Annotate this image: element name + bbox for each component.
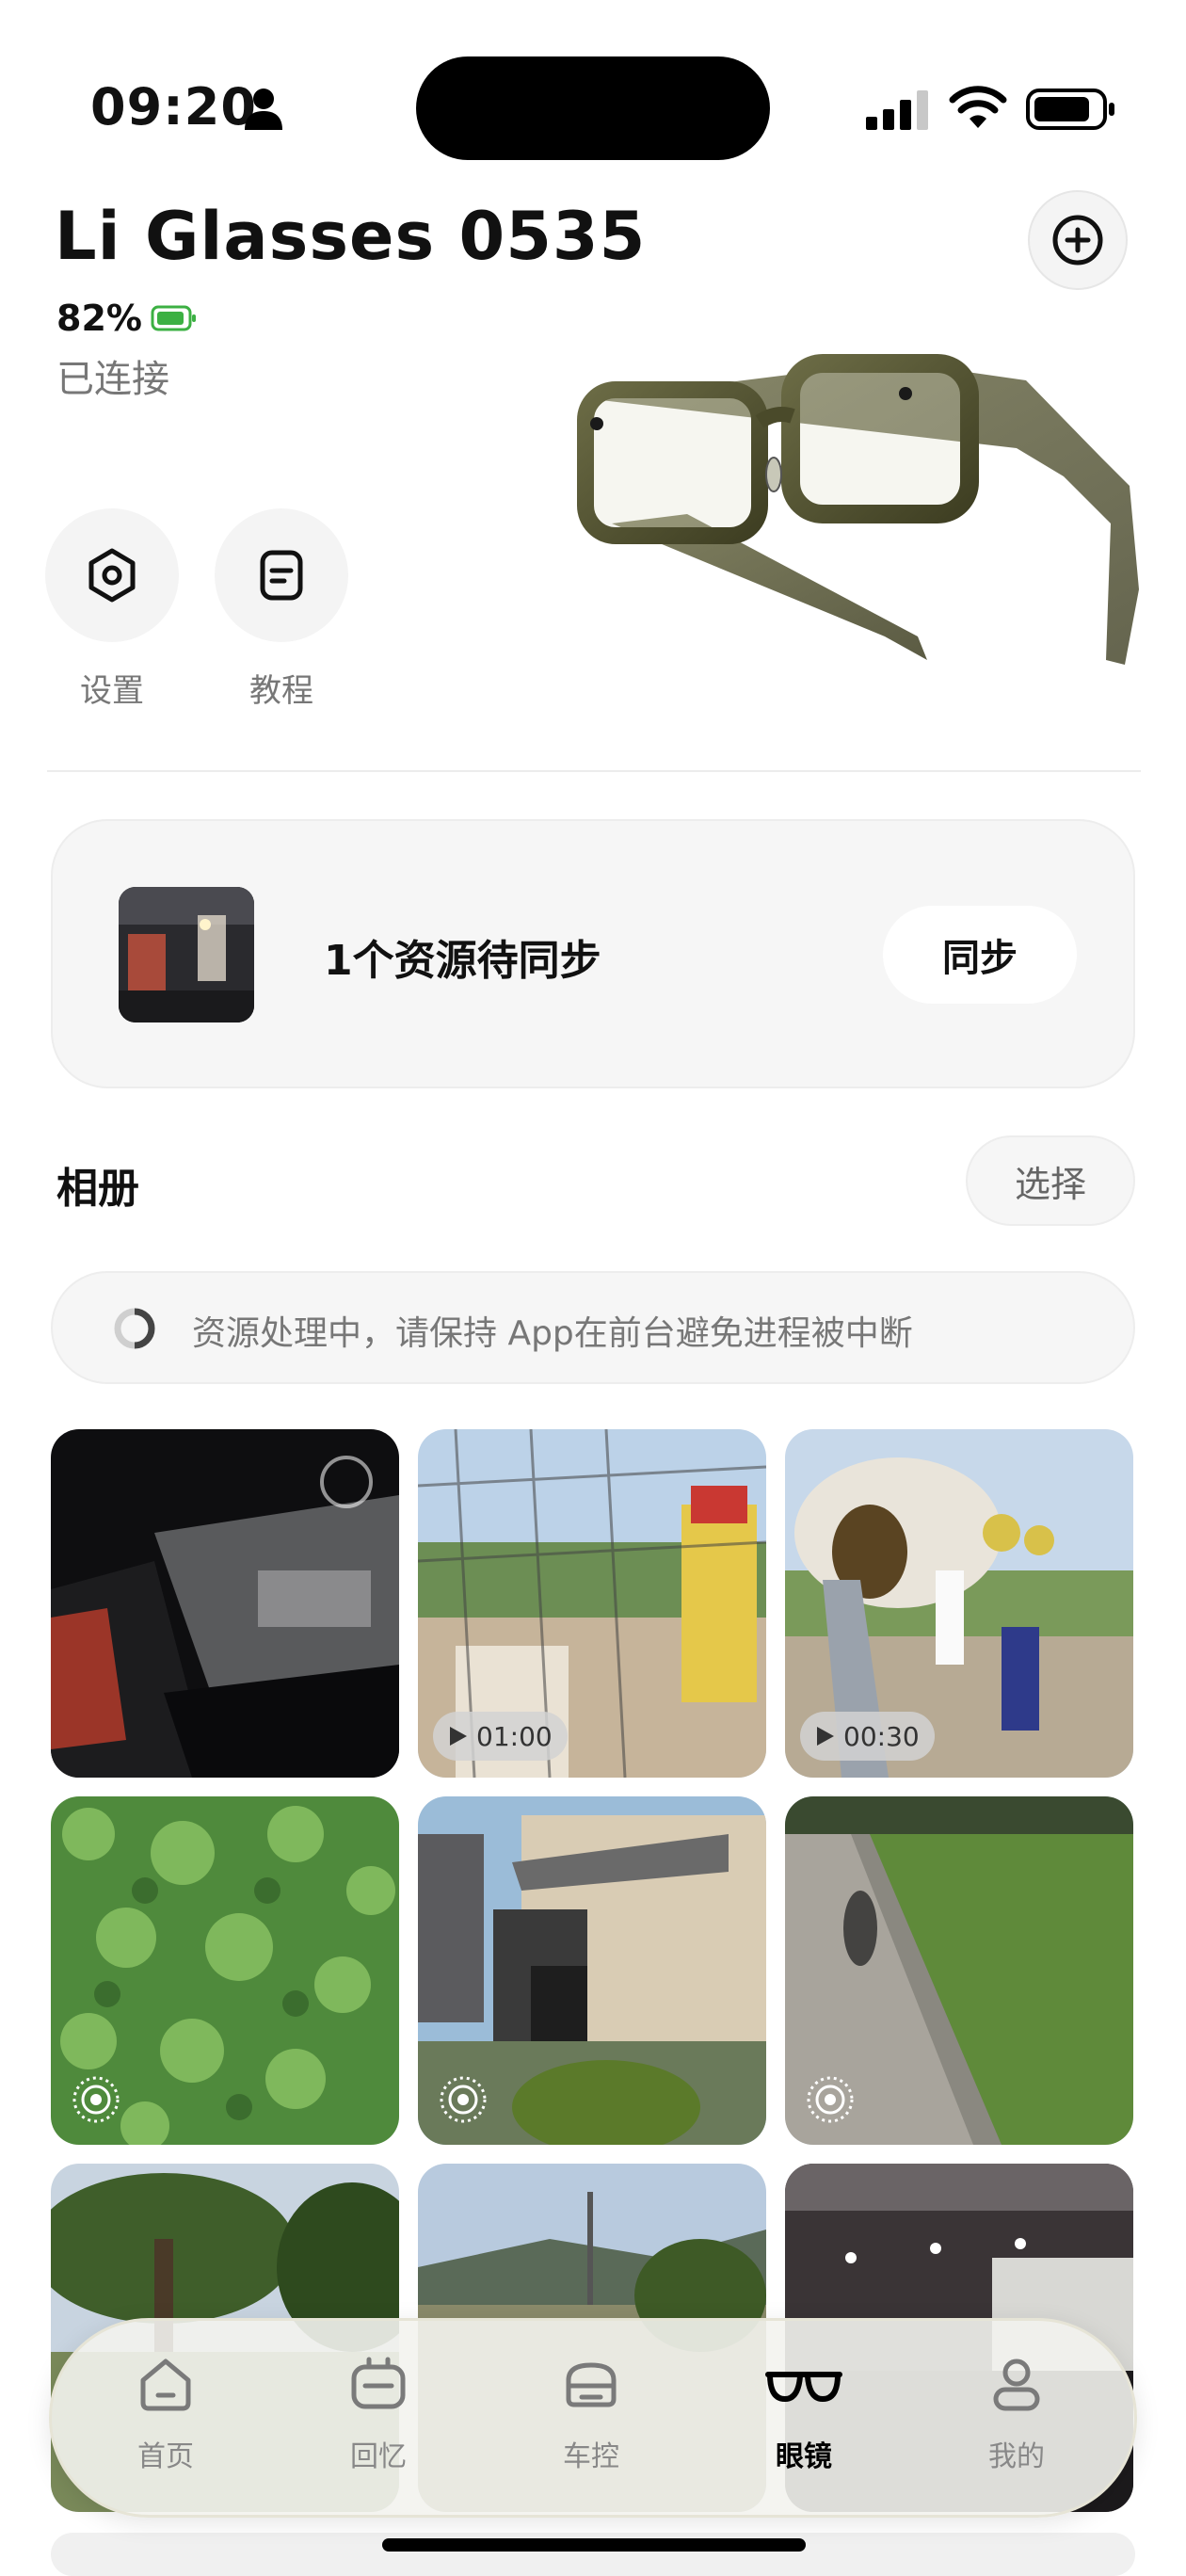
tab-label: 首页 [137, 2440, 194, 2473]
tab-profile[interactable]: 我的 [941, 2354, 1092, 2474]
processing-notice: 资源处理中，请保持 App在前台避免进程被中断 [192, 1314, 913, 1353]
select-button[interactable]: 选择 [966, 1135, 1135, 1226]
album-item[interactable]: 01:00 [418, 1429, 766, 1778]
video-duration: 00:30 [843, 1720, 920, 1752]
tab-home[interactable]: 首页 [90, 2354, 241, 2474]
battery-icon [151, 305, 196, 331]
album-item[interactable] [785, 1796, 1133, 2145]
play-icon [817, 1727, 834, 1746]
tab-label: 回忆 [350, 2440, 407, 2473]
add-device-button[interactable] [1028, 190, 1128, 290]
play-icon [450, 1727, 467, 1746]
person-icon [993, 2359, 1040, 2411]
tab-label: 我的 [988, 2440, 1045, 2473]
tutorial-label: 教程 [249, 672, 313, 710]
tab-label: 眼镜 [776, 2440, 832, 2473]
sync-thumbnail [119, 887, 254, 1022]
glasses-image [577, 354, 1139, 665]
album-item[interactable] [51, 1429, 399, 1778]
sync-status-text: 1个资源待同步 [324, 937, 601, 985]
wifi-icon [949, 86, 1007, 128]
video-duration-badge: 01:00 [433, 1712, 568, 1761]
divider [47, 770, 1141, 772]
tab-label: 车控 [563, 2440, 619, 2473]
live-photo-icon [440, 2076, 487, 2123]
select-circle[interactable] [320, 1456, 373, 1508]
status-time: 09:20 [90, 77, 257, 137]
settings-button[interactable] [45, 508, 179, 642]
album-item[interactable]: 00:30 [785, 1429, 1133, 1778]
battery-percentage: 82% [56, 298, 142, 339]
settings-label: 设置 [80, 672, 144, 710]
loading-spinner-icon [114, 1308, 155, 1349]
live-photo-icon [807, 2076, 854, 2123]
device-name: Li Glasses 0535 [55, 198, 647, 275]
tab-memories[interactable]: 回忆 [303, 2354, 454, 2474]
home-indicator [382, 2538, 806, 2552]
document-icon [260, 550, 303, 601]
glasses-icon [765, 2372, 842, 2403]
tab-glasses[interactable]: 眼镜 [729, 2354, 879, 2474]
video-duration: 01:00 [476, 1720, 553, 1752]
plus-circle-icon [1052, 215, 1103, 266]
live-photo-icon [72, 2076, 120, 2123]
memories-icon [351, 2357, 406, 2409]
cellular-signal-icon [866, 90, 928, 130]
tab-vehicle[interactable]: 车控 [516, 2354, 666, 2474]
sync-button[interactable]: 同步 [883, 906, 1077, 1004]
album-title: 相册 [56, 1165, 139, 1213]
dynamic-island [416, 56, 770, 160]
car-icon [566, 2362, 617, 2407]
battery-status-icon [1026, 89, 1114, 130]
album-item[interactable] [51, 1796, 399, 2145]
person-icon [245, 89, 282, 130]
tutorial-button[interactable] [215, 508, 348, 642]
home-icon [140, 2359, 191, 2411]
album-item[interactable] [418, 1796, 766, 2145]
hexagon-settings-icon [88, 548, 136, 603]
video-duration-badge: 00:30 [800, 1712, 935, 1761]
connection-status: 已连接 [56, 358, 169, 401]
